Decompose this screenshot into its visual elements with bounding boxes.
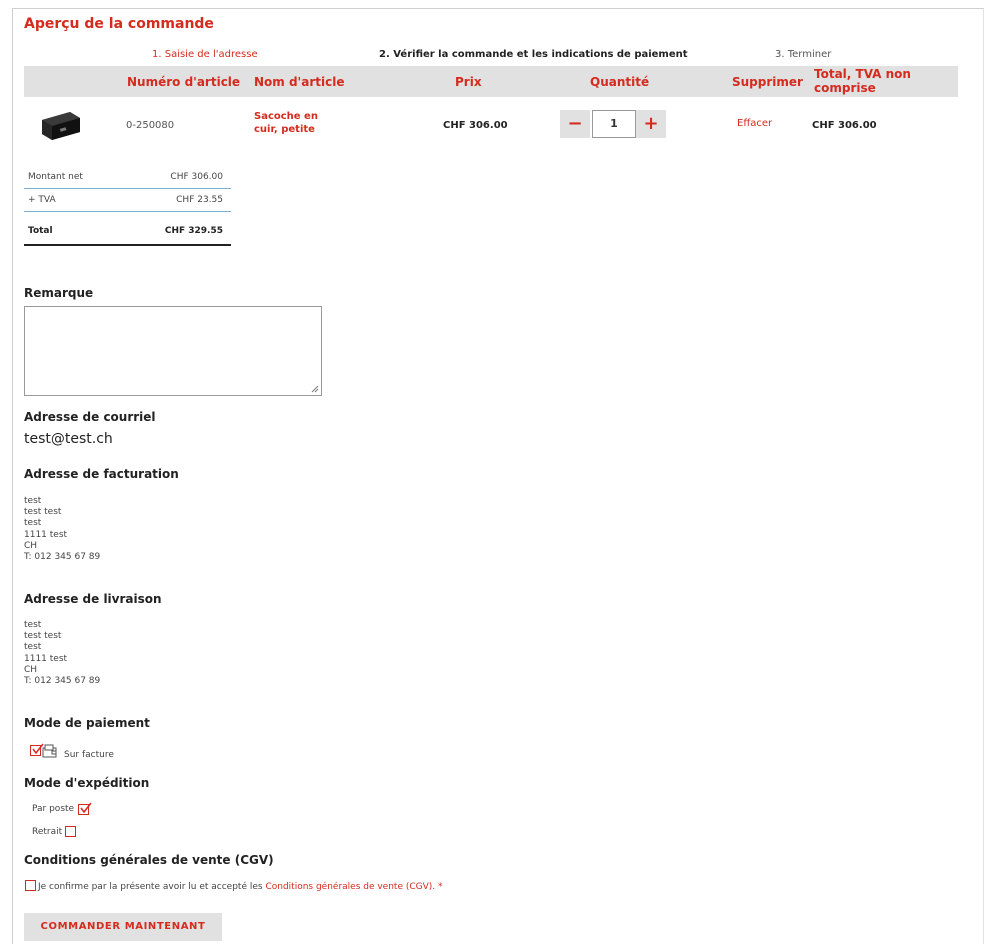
terms-checkbox[interactable] [25,880,36,891]
billing-heading: Adresse de facturation [24,467,179,481]
step-address[interactable]: 1. Saisie de l'adresse [152,49,258,60]
header-price: Prix [455,75,482,89]
email-value: test@test.ch [24,431,113,447]
address-line: 1111 test [24,529,68,540]
delivery-post-checkbox[interactable] [78,802,92,815]
step-verify: 2. Vérifier la commande et les indicatio… [379,49,688,60]
address-line: test [24,496,42,506]
terms-link[interactable]: Conditions générales de vente (CGV). [265,882,435,892]
article-total: CHF 306.00 [812,120,877,131]
net-amount-label: Montant net [28,172,83,182]
terms-text: Je confirme par la présente avoir lu et … [38,882,263,892]
shipping-address: test test test test 1111 test CH T: 012 … [24,620,100,687]
payment-heading: Mode de paiement [24,716,150,730]
address-line: test [24,518,42,529]
address-line: CH [24,540,38,551]
required-marker: * [438,882,443,892]
delivery-post-label: Par poste [32,804,75,814]
address-line: test test [24,507,62,518]
resize-grip-icon[interactable] [311,385,319,393]
total-label: Total [28,226,53,236]
total-row: Total CHF 329.55 [24,220,231,246]
invoice-icon [42,744,57,758]
vat-value: CHF 23.55 [176,195,223,205]
address-line: test [24,620,42,630]
quantity-stepper: − 1 + [560,110,666,138]
article-price: CHF 306.00 [443,120,508,131]
payment-option-label: Sur facture [64,750,114,760]
step-finish: 3. Terminer [775,49,832,60]
table-header: Numéro d'article Nom d'article Prix Quan… [24,66,958,97]
address-line: test [24,642,42,653]
address-line: CH [24,664,38,675]
order-totals: Montant net CHF 306.00 + TVA CHF 23.55 T… [24,166,231,246]
delivery-pickup-checkbox[interactable] [65,826,76,837]
header-article-name: Nom d'article [254,75,345,89]
header-total: Total, TVA non comprise [814,67,911,95]
delete-link[interactable]: Effacer [737,118,772,129]
quantity-increase-button[interactable]: + [636,110,666,138]
page-title: Aperçu de la commande [24,16,214,32]
delivery-pickup-label: Retrait [32,827,63,837]
remark-heading: Remarque [24,286,94,300]
net-amount-value: CHF 306.00 [170,172,223,182]
header-quantity: Quantité [590,75,650,89]
order-now-button[interactable]: COMMANDER MAINTENANT [24,913,222,941]
payment-checkbox[interactable] [30,743,44,756]
address-line: test test [24,631,62,642]
header-delete: Supprimer [732,75,803,89]
checkmark-icon [80,802,92,814]
quantity-decrease-button[interactable]: − [560,110,590,138]
delivery-heading: Mode d'expédition [24,776,150,790]
terms-statement: Je confirme par la présente avoir lu et … [38,882,443,892]
article-number: 0-250080 [126,120,175,131]
address-line: T: 012 345 67 89 [24,676,101,687]
remark-textarea[interactable] [24,306,322,396]
total-value: CHF 329.55 [164,226,223,236]
vat-label: + TVA [28,195,56,205]
net-amount-row: Montant net CHF 306.00 [24,166,231,189]
address-line: 1111 test [24,653,68,664]
article-name[interactable]: Sacoche en cuir, petite [254,110,344,136]
shipping-heading: Adresse de livraison [24,592,162,606]
vat-row: + TVA CHF 23.55 [24,189,231,212]
quantity-input[interactable]: 1 [592,110,636,138]
email-heading: Adresse de courriel [24,410,156,424]
address-line: T: 012 345 67 89 [24,552,101,563]
product-image [42,112,80,140]
terms-heading: Conditions générales de vente (CGV) [24,853,274,867]
header-article-number: Numéro d'article [127,75,241,89]
billing-address: test test test test 1111 test CH T: 012 … [24,496,100,563]
